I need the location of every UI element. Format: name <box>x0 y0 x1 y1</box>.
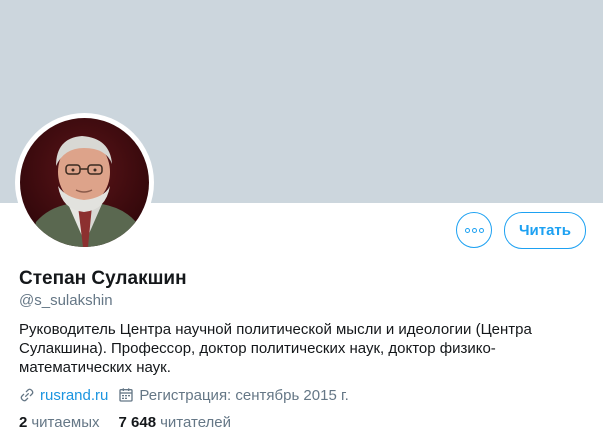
followers-label: читателей <box>160 414 232 431</box>
follow-button[interactable]: Читать <box>504 212 586 249</box>
avatar-image <box>20 118 149 247</box>
profile-bio: Руководитель Центра научной политической… <box>19 321 532 376</box>
following-stat[interactable]: 2 читаемых <box>19 414 100 431</box>
followers-stat[interactable]: 7 648 читателей <box>119 414 231 431</box>
profile-page: Читать Степан Сулакшин @s_sulakshin Руко… <box>0 0 603 433</box>
following-label: читаемых <box>31 414 100 431</box>
avatar[interactable] <box>15 113 154 252</box>
link-icon <box>20 388 34 402</box>
profile-handle: @s_sulakshin <box>19 292 113 309</box>
calendar-icon <box>119 388 134 402</box>
profile-joined: Регистрация: сентябрь 2015 г. <box>118 386 349 404</box>
profile-stats: 2 читаемых 7 648 читателей <box>19 414 250 431</box>
more-options-button[interactable] <box>456 212 492 248</box>
profile-website: rusrand.ru <box>19 387 108 404</box>
following-count: 2 <box>19 414 28 431</box>
profile-display-name: Степан Сулакшин <box>19 268 187 289</box>
profile-meta: rusrand.ru Регистрация: сентябрь 2015 г. <box>19 385 359 405</box>
joined-date-text: Регистрация: сентябрь 2015 г. <box>139 386 349 404</box>
more-horizontal-icon <box>464 227 484 233</box>
website-link[interactable]: rusrand.ru <box>40 387 108 404</box>
followers-count: 7 648 <box>118 414 157 431</box>
